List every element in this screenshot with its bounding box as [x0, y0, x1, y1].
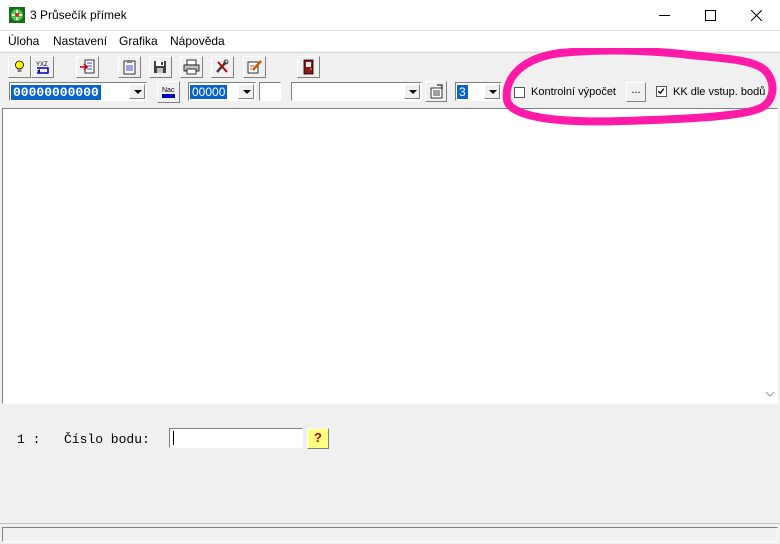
tools-button[interactable]	[211, 56, 234, 78]
text-caret	[173, 431, 174, 445]
nac-icon: Nac	[162, 87, 175, 98]
settings-button[interactable]	[425, 81, 447, 102]
chevron-down-icon[interactable]	[238, 84, 254, 99]
menu-grafika[interactable]: Grafika	[119, 34, 158, 48]
menu-napoveda[interactable]: Nápověda	[170, 34, 225, 48]
layer-combo[interactable]	[291, 82, 422, 101]
clipboard-button[interactable]	[118, 56, 141, 78]
xyz-sort-button[interactable]: YXZ	[31, 56, 54, 78]
lightbulb-icon	[15, 60, 24, 72]
xyz-sort-icon: YXZ	[36, 62, 49, 74]
save-icon	[154, 61, 166, 73]
title-bar: 3 Průsečík přímek	[0, 0, 780, 31]
scroll-down-icon[interactable]	[765, 389, 775, 399]
output-area[interactable]	[2, 108, 778, 404]
minimize-icon	[658, 15, 670, 16]
status-cell	[2, 527, 778, 542]
edit-icon	[247, 60, 262, 74]
prompt-number: 1 :	[17, 432, 41, 447]
maximize-icon	[704, 10, 716, 21]
app-icon	[9, 7, 25, 23]
print-icon	[183, 59, 200, 75]
close-button[interactable]	[733, 0, 779, 31]
point-number-mask: 00000000000	[11, 85, 101, 100]
edit-button[interactable]	[243, 56, 266, 78]
point-number-input[interactable]	[169, 428, 303, 448]
nac-label: Nac	[162, 87, 175, 94]
precision-value: 3	[457, 85, 468, 99]
settings-icon	[430, 84, 443, 99]
status-bar	[0, 523, 780, 544]
short-mask: 00000	[190, 85, 228, 99]
highlight-annotation	[502, 48, 777, 126]
point-number-combo[interactable]: 00000000000	[9, 82, 147, 101]
import-icon	[80, 59, 95, 74]
nac-button[interactable]: Nac	[157, 81, 180, 103]
chevron-down-icon[interactable]	[129, 84, 145, 99]
lightbulb-button[interactable]	[8, 56, 31, 78]
import-button[interactable]	[76, 56, 99, 78]
clipboard-icon	[123, 60, 136, 75]
precision-combo[interactable]: 3	[455, 82, 502, 101]
chevron-down-icon[interactable]	[484, 84, 500, 99]
short-mask-combo[interactable]: 00000	[188, 82, 256, 101]
save-button[interactable]	[149, 56, 172, 78]
prompt-panel: 1 : Číslo bodu: ?	[0, 405, 780, 523]
print-button[interactable]	[180, 56, 203, 78]
exit-door-icon	[303, 59, 314, 75]
menu-nastaveni[interactable]: Nastavení	[53, 34, 107, 48]
empty-field[interactable]	[259, 82, 281, 101]
prompt-label: Číslo bodu:	[64, 432, 150, 447]
window-title: 3 Průsečík přímek	[30, 8, 127, 22]
menu-uloha[interactable]: Úloha	[8, 34, 39, 48]
minimize-button[interactable]	[641, 0, 687, 31]
svg-text:YXZ: YXZ	[36, 62, 48, 68]
help-button[interactable]: ?	[307, 428, 329, 449]
chevron-down-icon[interactable]	[404, 84, 420, 99]
tools-icon	[216, 59, 229, 73]
close-icon	[750, 10, 762, 21]
maximize-button[interactable]	[687, 0, 733, 31]
exit-button[interactable]	[297, 56, 320, 78]
